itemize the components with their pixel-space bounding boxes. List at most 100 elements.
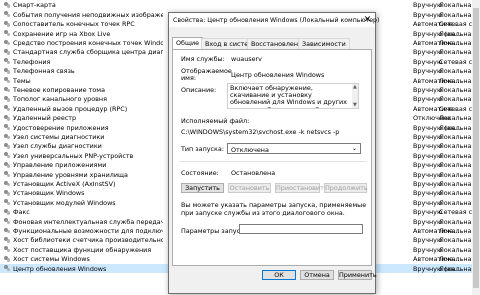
gear-icon bbox=[4, 49, 10, 55]
service-startup-type: Вручную bbox=[413, 208, 443, 217]
gear-icon bbox=[4, 124, 10, 130]
gear-icon bbox=[4, 39, 10, 46]
gear-icon bbox=[4, 199, 10, 206]
service-name: Установщик Windows bbox=[13, 189, 85, 198]
service-name: Стандартная служба сборщика центра диагн… bbox=[13, 48, 163, 57]
service-startup-type: Вручную bbox=[413, 132, 443, 141]
service-name: Хост системы Windows bbox=[13, 255, 90, 264]
service-name: Тополог канального уровня bbox=[13, 95, 107, 104]
start-params-input[interactable] bbox=[239, 224, 363, 234]
service-startup-type: Вручную bbox=[413, 57, 443, 66]
gear-icon bbox=[4, 2, 10, 8]
gear-icon bbox=[4, 161, 10, 168]
ok-button[interactable]: ОК bbox=[262, 270, 296, 280]
service-name: Фоновая интеллектуальная служба передачи… bbox=[13, 217, 163, 226]
gear-icon bbox=[4, 30, 10, 36]
service-name: Функциональные возможности для подключен… bbox=[13, 226, 163, 235]
gear-icon bbox=[4, 227, 10, 234]
service-row[interactable]: Смарт-картаВручнуюЛокальная сл bbox=[0, 1, 480, 10]
service-properties-dialog: Свойства: Центр обновления Windows (Лока… bbox=[168, 12, 379, 294]
service-name-value: wuauserv bbox=[231, 55, 262, 63]
description-scrollbar[interactable]: ▲ ▼ bbox=[352, 84, 358, 108]
gear-icon bbox=[4, 20, 10, 27]
service-startup-type: Вручную bbox=[413, 151, 443, 160]
gear-icon bbox=[4, 11, 10, 18]
gear-icon bbox=[4, 190, 10, 196]
service-name: Установщик ActiveX (AxInstSV) bbox=[13, 179, 116, 188]
dialog-title: Свойства: Центр обновления Windows (Лока… bbox=[173, 16, 380, 24]
service-name: Удаленный реестр bbox=[13, 114, 77, 123]
service-name: Телефонная связь bbox=[13, 67, 75, 76]
startup-type-label: Тип запуска: bbox=[181, 145, 224, 153]
service-name: Управление уровнями хранилища bbox=[13, 170, 128, 179]
tab-dependencies[interactable]: Зависимости bbox=[298, 38, 350, 49]
service-startup-type: Вручную bbox=[413, 67, 443, 76]
cancel-button[interactable]: Отмена bbox=[300, 270, 334, 280]
gear-icon bbox=[4, 180, 10, 187]
close-icon[interactable]: ✕ bbox=[361, 14, 374, 26]
scroll-up-icon[interactable]: ▲ bbox=[353, 84, 357, 90]
service-name: Установщик модулей Windows bbox=[13, 198, 116, 207]
service-startup-type: Вручную bbox=[413, 85, 443, 94]
gear-icon bbox=[4, 114, 10, 121]
service-startup-type: Вручную bbox=[413, 179, 443, 188]
description-text: Включает обнаружение, скачивание и устан… bbox=[230, 84, 347, 108]
gear-icon bbox=[4, 86, 10, 93]
service-startup-type: Вручную bbox=[413, 217, 443, 226]
service-startup-type: Вручную bbox=[413, 1, 443, 10]
gear-icon bbox=[4, 96, 10, 102]
exe-path-value: C:\WINDOWS\system32\svchost.exe -k netsv… bbox=[181, 128, 340, 136]
gear-icon bbox=[4, 208, 10, 215]
display-name-value: Центр обновления Windows bbox=[231, 71, 325, 79]
scrollbar-thumb[interactable] bbox=[473, 8, 479, 288]
display-name-label-line2: имя: bbox=[181, 74, 196, 82]
scroll-down-icon[interactable]: ▼ bbox=[353, 102, 357, 108]
service-name: Средство построения конечных точек Windo… bbox=[13, 38, 163, 47]
gear-icon bbox=[4, 237, 10, 243]
service-startup-type: Вручную bbox=[413, 189, 443, 198]
service-name: Управление приложениями bbox=[13, 161, 107, 170]
start-button[interactable]: Запустить bbox=[181, 183, 224, 193]
service-startup-type: Вручную bbox=[413, 245, 443, 254]
gear-icon bbox=[4, 105, 10, 112]
service-startup-type: Вручную bbox=[413, 198, 443, 207]
startup-type-value: Отключена bbox=[231, 145, 269, 154]
service-name: Узел службы диагностики bbox=[13, 142, 102, 151]
services-scrollbar[interactable] bbox=[472, 0, 480, 295]
divider bbox=[179, 161, 367, 162]
service-name: Теневое копирование тома bbox=[13, 85, 105, 94]
service-startup-type: Вручную bbox=[413, 142, 443, 151]
chevron-down-icon: ⌄ bbox=[351, 145, 357, 152]
state-label: Состояние: bbox=[181, 169, 219, 177]
gear-icon bbox=[4, 246, 10, 253]
service-startup-type: Вручную bbox=[413, 170, 443, 179]
service-name: Центр обновления Windows bbox=[13, 264, 107, 273]
gear-icon bbox=[4, 67, 10, 74]
gear-icon bbox=[4, 171, 10, 177]
description-label: Описание: bbox=[181, 86, 217, 94]
service-name: Удостоверение приложения bbox=[13, 123, 109, 132]
service-name: Сопоставитель конечных точек RPC bbox=[13, 20, 135, 29]
service-startup-type: Вручную bbox=[413, 95, 443, 104]
service-name: Сохранение игр на Xbox Live bbox=[13, 29, 111, 38]
exe-path-label: Исполняемый файл: bbox=[181, 117, 250, 125]
gear-icon bbox=[4, 58, 10, 65]
service-name: Темы bbox=[13, 76, 31, 85]
gear-icon bbox=[4, 77, 10, 83]
description-box[interactable]: Включает обнаружение, скачивание и устан… bbox=[227, 83, 359, 109]
service-startup-type: Вручную bbox=[413, 236, 443, 245]
startup-type-select[interactable]: Отключена ⌄ bbox=[227, 143, 361, 154]
service-name: Узел универсальных PNP-устройств bbox=[13, 151, 134, 160]
gear-icon bbox=[4, 218, 10, 224]
service-name: Хост поставщика функции обнаружения bbox=[13, 245, 152, 254]
service-startup-type: Вручную bbox=[413, 10, 443, 19]
stop-button[interactable]: Остановить bbox=[228, 183, 271, 193]
service-name: Удаленный вызов процедур (RPC) bbox=[13, 104, 128, 113]
service-name-label: Имя службы: bbox=[181, 55, 225, 63]
dialog-titlebar[interactable]: Свойства: Центр обновления Windows (Лока… bbox=[169, 13, 379, 27]
pause-button[interactable]: Приостановить bbox=[275, 183, 328, 193]
params-note: Вы можете указать параметры запуска, при… bbox=[181, 201, 367, 217]
service-startup-type: Вручную bbox=[413, 161, 443, 170]
apply-button[interactable]: Применить bbox=[338, 270, 377, 280]
resume-button[interactable]: Продолжить bbox=[324, 183, 368, 193]
